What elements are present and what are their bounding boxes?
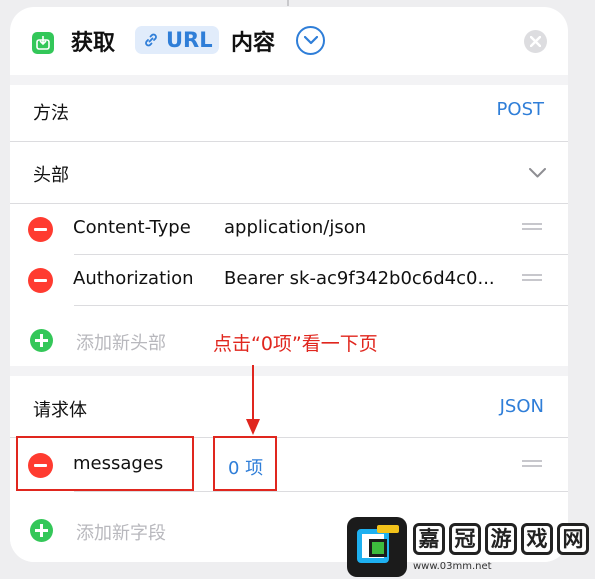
reorder-handle-icon[interactable] (522, 460, 542, 470)
action-title-prefix: 获取 (71, 31, 116, 56)
method-label: 方法 (33, 103, 69, 124)
expand-chevron-button[interactable] (296, 26, 325, 55)
add-header-placeholder[interactable]: 添加新头部 (76, 329, 166, 355)
close-icon (530, 36, 541, 47)
remove-header-button[interactable] (28, 268, 53, 293)
watermark-url: www.03mm.net (413, 561, 492, 572)
watermark-char: 游 (485, 523, 517, 555)
url-chip-label: URL (166, 28, 213, 52)
headers-label: 头部 (33, 165, 69, 186)
method-row[interactable]: 方法 POST (10, 85, 568, 141)
watermark-char: 网 (557, 523, 589, 555)
chevron-down-icon[interactable] (529, 168, 546, 178)
header-value[interactable]: application/json (224, 217, 366, 238)
remove-header-button[interactable] (28, 217, 53, 242)
header-item-row: Authorization Bearer sk-ac9f342b0c6d4c0.… (10, 255, 568, 305)
watermark-char: 嘉 (413, 523, 445, 555)
header-value[interactable]: Bearer sk-ac9f342b0c6d4c0... (224, 268, 495, 289)
action-title-suffix: 内容 (231, 31, 276, 56)
watermark-char: 冠 (449, 523, 481, 555)
arrow-down-icon (246, 365, 260, 435)
watermark-char: 戏 (521, 523, 553, 555)
watermark-logo-icon (347, 517, 407, 577)
headers-row[interactable]: 头部 (10, 142, 568, 203)
download-app-icon (32, 32, 54, 54)
header-item-row: Content-Type application/json (10, 204, 568, 254)
add-field-button[interactable] (30, 519, 53, 542)
section-separator (10, 366, 568, 376)
section-separator (10, 75, 568, 85)
reorder-handle-icon[interactable] (522, 274, 542, 284)
top-divider-line (287, 0, 289, 6)
url-variable-chip[interactable]: URL (135, 26, 219, 54)
add-field-placeholder[interactable]: 添加新字段 (76, 519, 166, 545)
add-header-button[interactable] (30, 329, 53, 352)
action-header: 获取 URL 内容 (10, 7, 568, 75)
request-body-type[interactable]: JSON (500, 396, 544, 417)
annotation-box-messages (16, 436, 194, 491)
method-value[interactable]: POST (497, 99, 544, 120)
link-icon (145, 33, 157, 47)
close-button[interactable] (524, 30, 547, 53)
request-body-row[interactable]: 请求体 JSON (10, 376, 568, 437)
annotation-text: 点击“0项”看一下页 (213, 333, 378, 355)
header-key[interactable]: Content-Type (73, 217, 191, 238)
site-watermark: 嘉 冠 游 戏 网 www.03mm.net (345, 515, 595, 579)
chevron-down-icon (304, 36, 318, 45)
reorder-handle-icon[interactable] (522, 223, 542, 233)
header-key[interactable]: Authorization (73, 268, 194, 289)
request-body-label: 请求体 (33, 400, 87, 421)
annotation-box-items (213, 436, 277, 491)
